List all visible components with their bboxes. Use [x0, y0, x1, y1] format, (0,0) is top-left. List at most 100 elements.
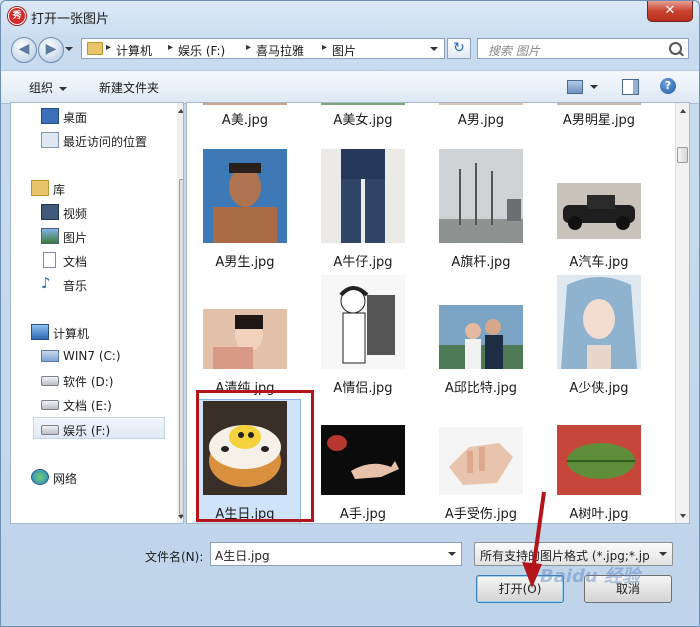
file-item-selected[interactable]: A生日.jpg: [195, 399, 301, 523]
file-item[interactable]: [431, 523, 531, 524]
file-item[interactable]: A手.jpg: [313, 401, 413, 523]
scroll-down-icon[interactable]: [680, 514, 686, 518]
chevron-down-icon: [59, 86, 68, 91]
file-name: A男生.jpg: [215, 255, 275, 270]
search-icon[interactable]: [669, 42, 682, 55]
breadcrumb-pictures[interactable]: 图片: [332, 42, 356, 59]
forward-button[interactable]: ▶: [38, 37, 64, 63]
preview-pane-icon[interactable]: [622, 79, 639, 95]
thumbnail-image: [321, 523, 405, 524]
file-list-scrollbar[interactable]: [675, 103, 689, 523]
sidebar-item-drive-e[interactable]: 文档 (E:): [37, 393, 183, 415]
file-list: A美.jpg A美女.jpg A男.jpg A男明星.jpg A男生.jpg A…: [186, 102, 690, 524]
file-item[interactable]: A少侠.jpg: [549, 275, 649, 401]
back-arrow-icon: ◀: [18, 41, 30, 57]
scroll-up-icon[interactable]: [178, 109, 183, 113]
chevron-down-icon[interactable]: [448, 552, 456, 556]
thumbnail-image: [557, 523, 641, 524]
breadcrumb-separator[interactable]: ▸: [246, 42, 251, 53]
sidebar-item-label: 网络: [53, 472, 78, 486]
search-box[interactable]: 搜索 图片: [477, 38, 689, 59]
folder-icon: [87, 42, 103, 55]
sidebar-item-drive-c[interactable]: WIN7 (C:): [37, 345, 183, 367]
file-item[interactable]: A旗杆.jpg: [431, 149, 531, 275]
sidebar-item-label: 软件 (D:): [63, 375, 114, 389]
breadcrumb-separator[interactable]: ▸: [322, 42, 327, 53]
filename-value: A生日.jpg: [215, 549, 270, 563]
thumbnail-image: [439, 103, 523, 105]
refresh-icon: ↻: [453, 40, 465, 56]
thumbnail-image: [557, 103, 641, 105]
sidebar-item-videos[interactable]: 视频: [37, 201, 183, 223]
toolbar: 组织 新建文件夹 ?: [1, 70, 699, 104]
filename-label: 文件名(N):: [145, 550, 204, 564]
scroll-up-icon[interactable]: [680, 109, 686, 113]
sidebar-item-drive-f[interactable]: 娱乐 (F:): [33, 417, 165, 439]
music-icon: ♪: [41, 274, 51, 292]
sidebar-item-label: 文档 (E:): [63, 399, 112, 413]
organize-menu[interactable]: 组织: [29, 79, 68, 96]
breadcrumb-computer[interactable]: 计算机: [116, 42, 152, 59]
file-item[interactable]: A清纯.jpg: [195, 275, 295, 401]
sidebar-item-documents[interactable]: 文档: [37, 249, 183, 271]
recent-pages-dropdown[interactable]: [65, 47, 73, 51]
thumbnail-image: [557, 425, 641, 495]
sidebar-item-music[interactable]: ♪ 音乐: [37, 273, 183, 295]
file-item[interactable]: A男生.jpg: [195, 149, 295, 275]
file-item[interactable]: A树叶.jpg: [549, 401, 649, 523]
refresh-button[interactable]: ↻: [447, 38, 471, 59]
file-list-scroll-thumb[interactable]: [677, 147, 688, 163]
watermark-text: Baidu 经验: [540, 566, 641, 587]
sidebar-item-desktop[interactable]: 桌面: [37, 105, 183, 127]
chevron-down-icon: [659, 552, 667, 556]
file-name: A美.jpg: [221, 113, 269, 128]
sidebar-item-pictures[interactable]: 图片: [37, 225, 183, 247]
breadcrumb-himalaya[interactable]: 喜马拉雅: [256, 42, 304, 59]
sidebar-item-recent[interactable]: 最近访问的位置: [37, 129, 183, 151]
thumbnail-image: [321, 425, 405, 495]
breadcrumb-separator[interactable]: ▸: [106, 42, 111, 53]
file-item[interactable]: A手受伤.jpg: [431, 401, 531, 523]
sidebar-item-drive-d[interactable]: 软件 (D:): [37, 369, 183, 391]
thumbnail-image: [321, 275, 405, 369]
file-item[interactable]: A情侣.jpg: [313, 275, 413, 401]
file-item[interactable]: [313, 523, 413, 524]
file-item[interactable]: A汽车.jpg: [549, 149, 649, 275]
breadcrumb-separator[interactable]: ▸: [168, 42, 173, 53]
close-button[interactable]: ✕: [647, 1, 693, 22]
thumbnail-image: [439, 523, 523, 524]
file-item[interactable]: A牛仔.jpg: [313, 149, 413, 275]
navpane-scroll-thumb[interactable]: [179, 179, 183, 515]
address-dropdown-icon[interactable]: [430, 47, 438, 51]
file-item[interactable]: [549, 523, 649, 524]
forward-arrow-icon: ▶: [45, 41, 57, 57]
sidebar-item-network[interactable]: 网络: [27, 466, 183, 488]
thumbnail-image: [439, 305, 523, 369]
breadcrumb-drive-f[interactable]: 娱乐 (F:): [178, 42, 225, 59]
recent-icon: [41, 132, 59, 148]
sidebar-item-libraries[interactable]: 库: [27, 177, 183, 199]
scroll-down-icon[interactable]: [178, 515, 183, 519]
file-name: A手受伤.jpg: [444, 507, 518, 522]
sidebar-item-label: 桌面: [63, 111, 88, 125]
filename-input[interactable]: A生日.jpg: [210, 542, 462, 566]
file-item[interactable]: A邱比特.jpg: [431, 275, 531, 401]
view-dropdown-icon[interactable]: [590, 85, 598, 89]
drive-icon: [41, 425, 59, 435]
file-name: A邱比特.jpg: [444, 381, 518, 396]
drive-icon: [41, 400, 59, 410]
view-mode-icon[interactable]: [567, 80, 583, 94]
thumbnail-image: [439, 427, 523, 495]
title-bar[interactable]: 秀 打开一张图片 ✕: [1, 1, 699, 31]
new-folder-button[interactable]: 新建文件夹: [99, 79, 159, 96]
desktop-icon: [41, 108, 59, 124]
sidebar-item-computer[interactable]: 计算机: [27, 321, 183, 343]
search-placeholder: 搜索 图片: [488, 44, 540, 58]
sidebar-item-label: 娱乐 (F:): [63, 424, 111, 438]
help-icon[interactable]: ?: [660, 78, 676, 94]
address-bar[interactable]: ▸ 计算机 ▸ 娱乐 (F:) ▸ 喜马拉雅 ▸ 图片: [81, 38, 445, 59]
library-icon: [31, 180, 49, 196]
thumbnail-image: [203, 103, 287, 105]
file-name: A手.jpg: [339, 507, 387, 522]
back-button[interactable]: ◀: [11, 37, 37, 63]
